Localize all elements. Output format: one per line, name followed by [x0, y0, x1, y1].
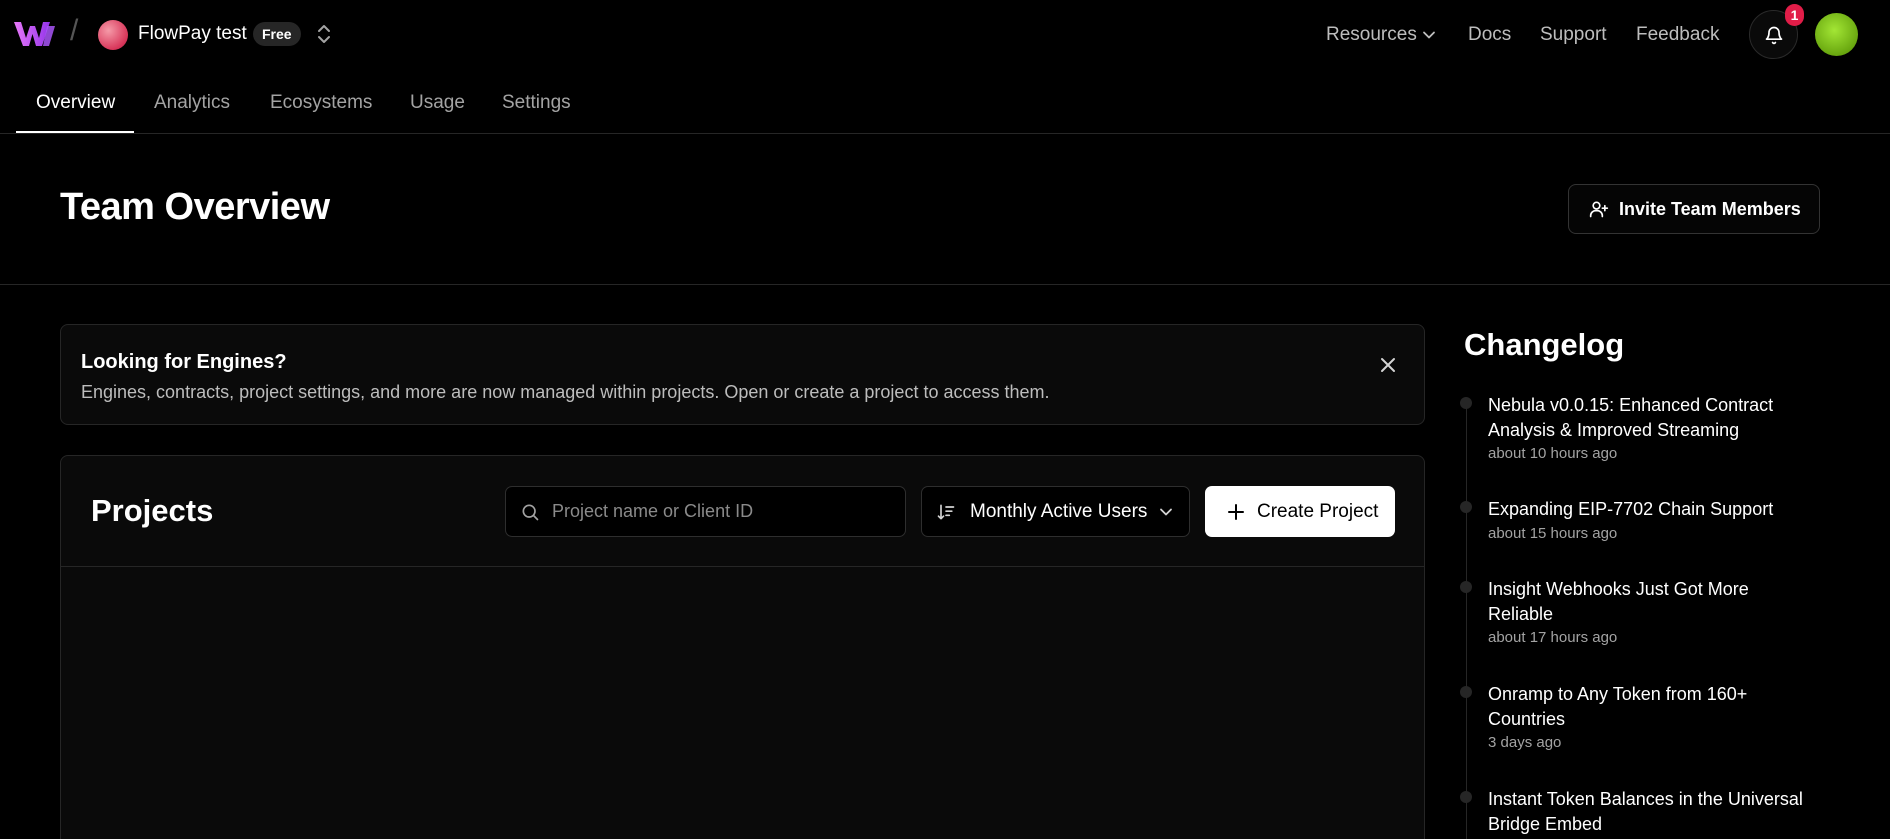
timeline-dot: [1460, 686, 1472, 698]
docs-link[interactable]: Docs: [1468, 24, 1511, 46]
timeline-dot: [1460, 397, 1472, 409]
engines-notice-banner: Looking for Engines? Engines, contracts,…: [60, 324, 1425, 425]
sort-icon: [937, 504, 955, 519]
bell-icon: [1765, 26, 1782, 44]
tab-overview[interactable]: Overview: [36, 92, 115, 114]
tab-ecosystems[interactable]: Ecosystems: [270, 92, 372, 114]
changelog-item-title[interactable]: Expanding EIP-7702 Chain Support: [1488, 497, 1808, 522]
changelog-item-title[interactable]: Onramp to Any Token from 160+ Countries: [1488, 682, 1808, 732]
projects-title: Projects: [91, 493, 214, 528]
chevron-down-icon[interactable]: [1422, 28, 1436, 42]
page-title: Team Overview: [60, 186, 330, 228]
projects-toolbar: Projects Monthly Active Users Create Pro…: [61, 456, 1424, 567]
search-icon: [522, 504, 539, 521]
breadcrumb-separator: /: [70, 14, 79, 47]
project-search-field[interactable]: [505, 486, 906, 537]
changelog-title: Changelog: [1464, 327, 1625, 362]
invite-team-members-button[interactable]: Invite Team Members: [1568, 184, 1820, 234]
plus-icon: [1228, 503, 1244, 520]
banner-title: Looking for Engines?: [81, 351, 287, 373]
changelog-item-title[interactable]: Instant Token Balances in the Universal …: [1488, 787, 1808, 837]
create-project-button[interactable]: Create Project: [1205, 486, 1395, 537]
resources-menu[interactable]: Resources: [1326, 24, 1417, 46]
tab-settings[interactable]: Settings: [502, 92, 571, 114]
changelog-item-title[interactable]: Nebula v0.0.15: Enhanced Contract Analys…: [1488, 393, 1808, 443]
team-tabs: Overview Analytics Ecosystems Usage Sett…: [0, 68, 1890, 134]
sort-dropdown-label: Monthly Active Users: [970, 500, 1148, 522]
user-avatar[interactable]: [1815, 13, 1858, 56]
team-name[interactable]: FlowPay test: [138, 23, 247, 45]
active-tab-indicator: [16, 131, 134, 133]
changelog-item-time: about 15 hours ago: [1488, 525, 1618, 542]
tab-usage[interactable]: Usage: [410, 92, 465, 114]
close-icon[interactable]: [1376, 353, 1400, 377]
team-avatar[interactable]: [98, 20, 128, 50]
user-plus-icon: [1589, 201, 1609, 218]
top-bar: / FlowPay test Free Resources Docs Suppo…: [0, 0, 1890, 68]
timeline-dot: [1460, 581, 1472, 593]
chevron-down-icon: [1160, 508, 1173, 515]
timeline-dot: [1460, 501, 1472, 513]
timeline-dot: [1460, 791, 1472, 803]
create-project-label: Create Project: [1257, 500, 1379, 522]
changelog-item-time: about 17 hours ago: [1488, 629, 1618, 646]
brand-logo-icon[interactable]: [14, 20, 56, 48]
changelog-item-title[interactable]: Insight Webhooks Just Got More Reliable: [1488, 577, 1808, 627]
banner-text: Engines, contracts, project settings, an…: [81, 382, 1050, 402]
tab-analytics[interactable]: Analytics: [154, 92, 230, 114]
projects-panel: Projects Monthly Active Users Create Pro…: [60, 455, 1425, 839]
chevrons-up-down-icon[interactable]: [314, 22, 334, 46]
sort-dropdown[interactable]: Monthly Active Users: [921, 486, 1190, 537]
page-header: Team Overview Invite Team Members: [0, 134, 1890, 285]
changelog-timeline: [1466, 400, 1467, 839]
plan-badge: Free: [253, 22, 301, 46]
feedback-link[interactable]: Feedback: [1636, 24, 1719, 46]
invite-button-label: Invite Team Members: [1619, 198, 1801, 219]
changelog-item-time: 3 days ago: [1488, 734, 1562, 751]
search-input[interactable]: [552, 487, 892, 536]
support-link[interactable]: Support: [1540, 24, 1607, 46]
changelog-item-time: about 10 hours ago: [1488, 445, 1618, 462]
notification-count-badge: 1: [1785, 4, 1804, 26]
